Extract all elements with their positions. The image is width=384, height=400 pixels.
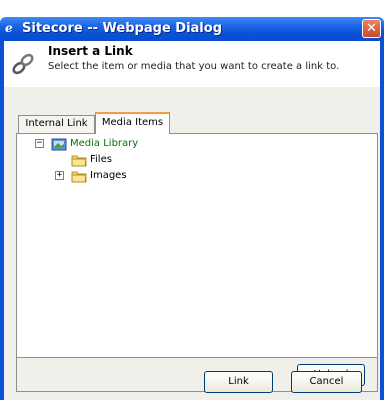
ie-icon: e [5,21,13,35]
close-button[interactable]: ✕ [362,19,381,38]
cancel-button[interactable]: Cancel [291,371,362,393]
tab-internal-link[interactable]: Internal Link [18,115,95,133]
dialog-subtitle: Select the item or media that you want t… [48,61,340,72]
chain-link-icon [12,53,34,75]
window-title: Sitecore -- Webpage Dialog [22,21,222,36]
collapse-icon[interactable]: − [35,139,44,148]
tab-media-items[interactable]: Media Items [95,112,170,134]
folder-icon [71,171,87,183]
dialog-window: e Sitecore -- Webpage Dialog ✕ Insert a … [0,17,384,400]
tree-node-files[interactable]: Files [55,152,175,168]
dialog-heading: Insert a Link [48,44,133,58]
tree-node-label: Media Library [70,136,139,152]
link-button[interactable]: Link [204,371,273,393]
dialog-header: Insert a Link Select the item or media t… [4,41,380,87]
tree-node-images[interactable]: + Images [55,168,175,184]
close-icon: ✕ [366,21,377,36]
dialog-client: Insert a Link Select the item or media t… [4,41,380,400]
tree-node-label: Files [90,154,112,165]
media-tree-panel: − Media Library Files + Images [16,133,378,358]
title-bar[interactable]: e Sitecore -- Webpage Dialog ✕ [0,17,384,41]
folder-icon [71,155,87,167]
tree-node-label: Images [90,170,127,181]
dialog-body: Internal Link Media Items − Media Librar… [4,87,380,400]
media-library-icon [51,138,67,151]
tree-node-media-library[interactable]: − Media Library [35,136,175,152]
expand-icon[interactable]: + [55,171,64,180]
